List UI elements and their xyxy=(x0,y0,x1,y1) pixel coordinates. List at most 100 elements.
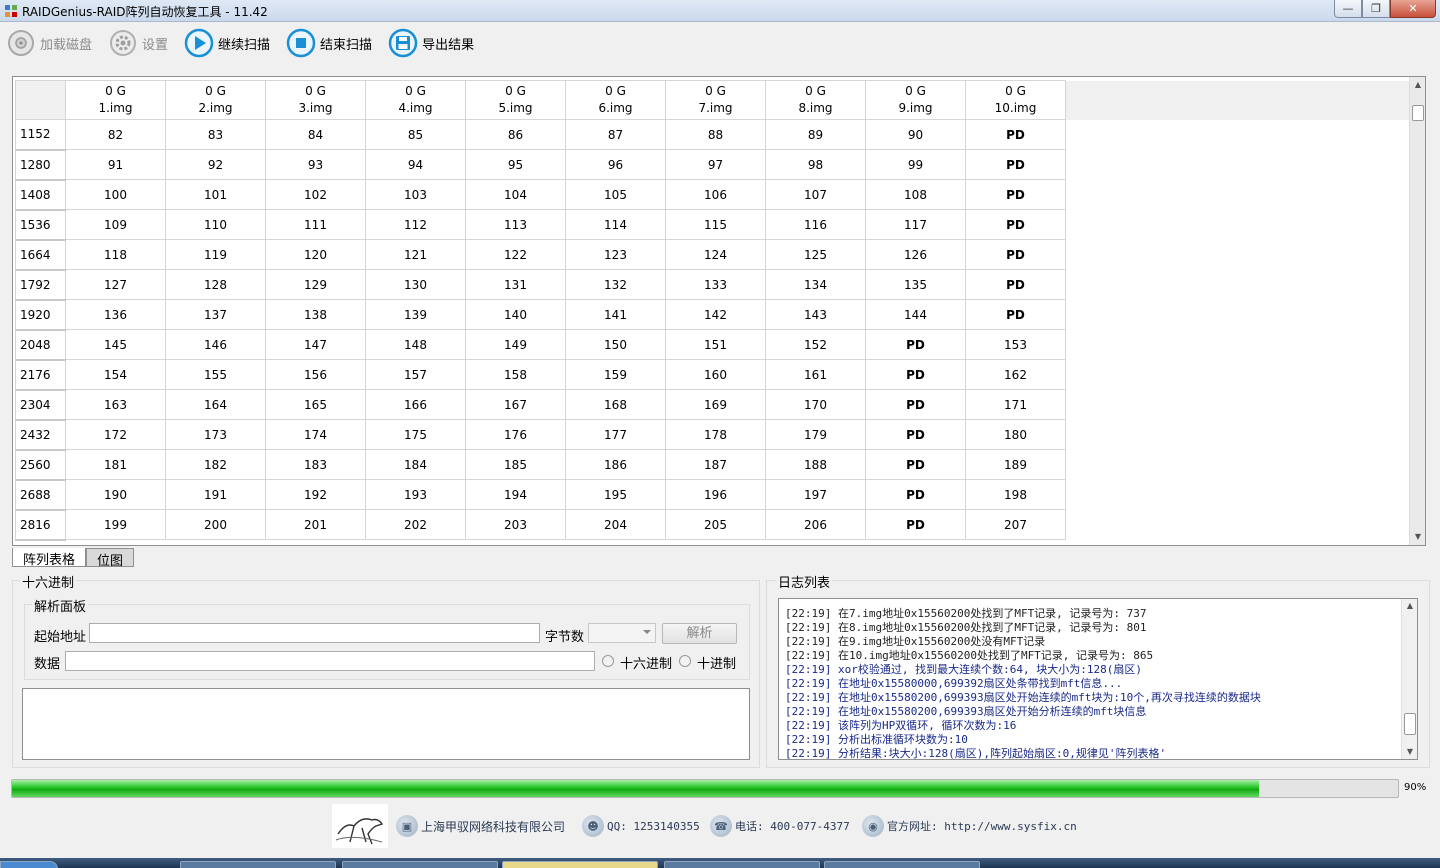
block-cell[interactable]: 102 xyxy=(265,179,366,210)
block-cell[interactable]: 159 xyxy=(565,359,666,390)
table-row[interactable]: 2304 163 164 165 166 167 168 169 170 PD 171 xyxy=(15,389,1411,421)
export-results-button[interactable]: 导出结果 xyxy=(388,27,474,59)
block-cell[interactable]: 133 xyxy=(665,269,766,300)
block-cell[interactable]: 123 xyxy=(565,239,666,270)
scroll-down-icon[interactable]: ▼ xyxy=(1402,745,1417,759)
block-cell[interactable]: 130 xyxy=(365,269,466,300)
block-cell[interactable]: 88 xyxy=(665,119,766,150)
block-cell[interactable]: 132 xyxy=(565,269,666,300)
radio-hex[interactable] xyxy=(602,655,614,667)
block-cell[interactable]: 177 xyxy=(565,419,666,450)
block-cell[interactable]: 166 xyxy=(365,389,466,420)
block-cell[interactable]: 104 xyxy=(465,179,566,210)
hex-output-area[interactable] xyxy=(22,688,750,760)
table-row[interactable]: 1280 91 92 93 94 95 96 97 98 99 PD xyxy=(15,149,1411,181)
block-cell[interactable]: 117 xyxy=(865,209,966,240)
block-cell[interactable]: 134 xyxy=(765,269,866,300)
parity-cell[interactable]: PD xyxy=(965,299,1066,330)
block-cell[interactable]: 205 xyxy=(665,509,766,540)
block-cell[interactable]: 182 xyxy=(165,449,266,480)
block-cell[interactable]: 108 xyxy=(865,179,966,210)
block-cell[interactable]: 146 xyxy=(165,329,266,360)
block-cell[interactable]: 147 xyxy=(265,329,366,360)
block-cell[interactable]: 165 xyxy=(265,389,366,420)
block-cell[interactable]: 148 xyxy=(365,329,466,360)
load-disk-button[interactable]: 加载磁盘 xyxy=(6,27,92,59)
block-cell[interactable]: 112 xyxy=(365,209,466,240)
scroll-down-icon[interactable]: ▼ xyxy=(1410,529,1425,545)
block-cell[interactable]: 110 xyxy=(165,209,266,240)
website-link[interactable]: 官方网址: http://www.sysfix.cn xyxy=(887,818,1077,834)
table-row[interactable]: 1664 118 119 120 121 122 123 124 125 126 PD xyxy=(15,239,1411,271)
block-cell[interactable]: 86 xyxy=(465,119,566,150)
taskbar-item[interactable] xyxy=(664,861,820,868)
block-cell[interactable]: 186 xyxy=(565,449,666,480)
block-cell[interactable]: 111 xyxy=(265,209,366,240)
parity-cell[interactable]: PD xyxy=(865,509,966,540)
block-cell[interactable]: 180 xyxy=(965,419,1066,450)
taskbar-item[interactable] xyxy=(824,861,980,868)
block-cell[interactable]: 115 xyxy=(665,209,766,240)
block-cell[interactable]: 100 xyxy=(65,179,166,210)
log-list[interactable]: [22:19] 在7.img地址0x15560200处找到了MFT记录, 记录号… xyxy=(778,598,1418,760)
block-cell[interactable]: 97 xyxy=(665,149,766,180)
block-cell[interactable]: 158 xyxy=(465,359,566,390)
block-cell[interactable]: 136 xyxy=(65,299,166,330)
block-cell[interactable]: 151 xyxy=(665,329,766,360)
block-cell[interactable]: 140 xyxy=(465,299,566,330)
block-cell[interactable]: 196 xyxy=(665,479,766,510)
block-cell[interactable]: 168 xyxy=(565,389,666,420)
parity-cell[interactable]: PD xyxy=(865,329,966,360)
parity-cell[interactable]: PD xyxy=(965,119,1066,150)
block-cell[interactable]: 169 xyxy=(665,389,766,420)
block-cell[interactable]: 93 xyxy=(265,149,366,180)
block-cell[interactable]: 162 xyxy=(965,359,1066,390)
scroll-up-icon[interactable]: ▲ xyxy=(1402,599,1417,613)
block-cell[interactable]: 184 xyxy=(365,449,466,480)
block-cell[interactable]: 82 xyxy=(65,119,166,150)
block-cell[interactable]: 119 xyxy=(165,239,266,270)
start-button[interactable] xyxy=(0,861,58,868)
block-cell[interactable]: 179 xyxy=(765,419,866,450)
column-header[interactable]: 0 G 4.img xyxy=(365,80,466,120)
taskbar-item-active[interactable] xyxy=(502,861,658,868)
block-cell[interactable]: 87 xyxy=(565,119,666,150)
block-cell[interactable]: 160 xyxy=(665,359,766,390)
tab-bitmap[interactable]: 位图 xyxy=(86,548,135,569)
block-cell[interactable]: 153 xyxy=(965,329,1066,360)
column-header[interactable]: 0 G 5.img xyxy=(465,80,566,120)
block-cell[interactable]: 109 xyxy=(65,209,166,240)
maximize-button[interactable]: ❐ xyxy=(1362,0,1390,18)
parity-cell[interactable]: PD xyxy=(865,419,966,450)
block-cell[interactable]: 131 xyxy=(465,269,566,300)
block-cell[interactable]: 152 xyxy=(765,329,866,360)
block-cell[interactable]: 189 xyxy=(965,449,1066,480)
website-info[interactable]: ◉ 官方网址: http://www.sysfix.cn xyxy=(862,815,1077,837)
block-cell[interactable]: 90 xyxy=(865,119,966,150)
taskbar-item[interactable] xyxy=(180,861,336,868)
block-cell[interactable]: 167 xyxy=(465,389,566,420)
block-cell[interactable]: 175 xyxy=(365,419,466,450)
block-cell[interactable]: 183 xyxy=(265,449,366,480)
block-cell[interactable]: 84 xyxy=(265,119,366,150)
block-cell[interactable]: 98 xyxy=(765,149,866,180)
parse-button[interactable]: 解析 xyxy=(662,623,737,644)
tab-array-table[interactable]: 阵列表格 xyxy=(12,548,87,568)
column-header[interactable]: 0 G 3.img xyxy=(265,80,366,120)
parity-cell[interactable]: PD xyxy=(865,389,966,420)
block-cell[interactable]: 199 xyxy=(65,509,166,540)
block-cell[interactable]: 106 xyxy=(665,179,766,210)
block-cell[interactable]: 201 xyxy=(265,509,366,540)
block-cell[interactable]: 193 xyxy=(365,479,466,510)
column-header[interactable]: 0 G 1.img xyxy=(65,80,166,120)
block-cell[interactable]: 128 xyxy=(165,269,266,300)
block-cell[interactable]: 206 xyxy=(765,509,866,540)
block-cell[interactable]: 191 xyxy=(165,479,266,510)
block-cell[interactable]: 190 xyxy=(65,479,166,510)
block-cell[interactable]: 207 xyxy=(965,509,1066,540)
block-cell[interactable]: 137 xyxy=(165,299,266,330)
block-cell[interactable]: 144 xyxy=(865,299,966,330)
block-cell[interactable]: 163 xyxy=(65,389,166,420)
log-vertical-scrollbar[interactable]: ▲ ▼ xyxy=(1401,599,1417,759)
block-cell[interactable]: 139 xyxy=(365,299,466,330)
